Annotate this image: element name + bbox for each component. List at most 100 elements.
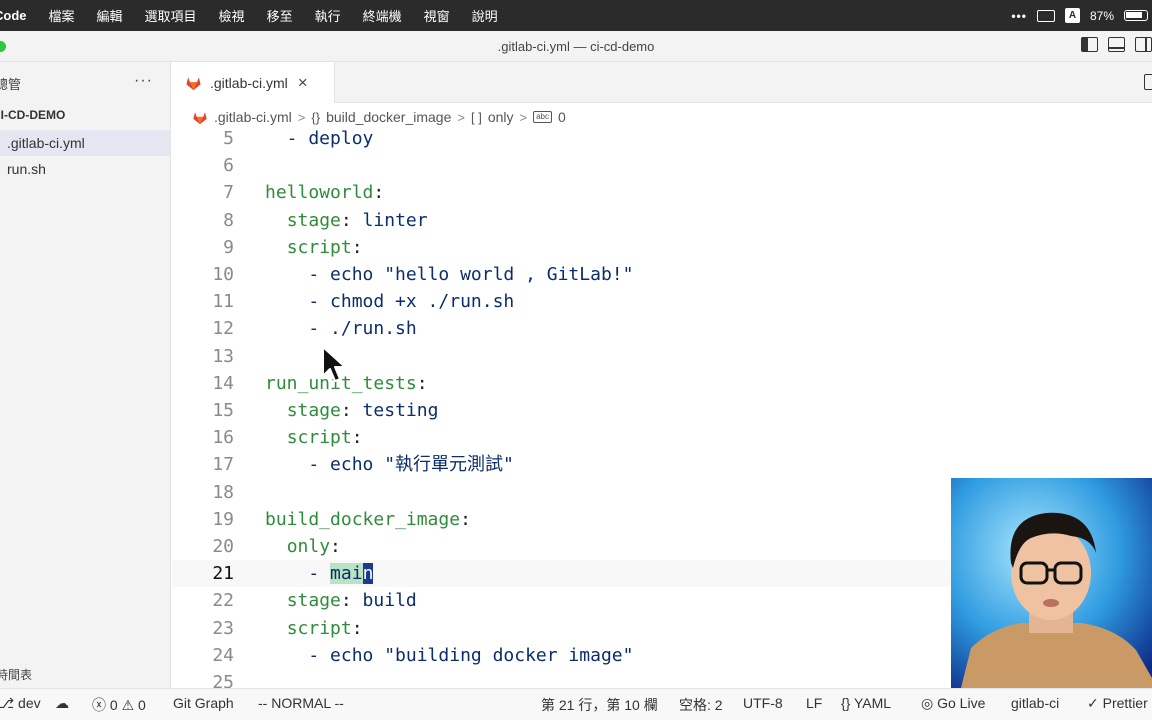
git-graph-button[interactable]: Git Graph	[173, 695, 234, 711]
webcam-overlay	[951, 478, 1152, 688]
object-icon: {}	[311, 109, 321, 125]
line-number: 19	[212, 508, 234, 530]
workspace-folder[interactable]: CI-CD-DEMO	[0, 108, 65, 122]
check-double-icon: ✓	[1087, 695, 1099, 711]
code-line[interactable]: 12 - ./run.sh	[172, 315, 1152, 342]
warning-count: 0	[138, 697, 146, 713]
end-of-line[interactable]: LF	[806, 695, 822, 711]
line-number: 23	[212, 617, 234, 639]
breadcrumb-node-0[interactable]: 0	[558, 109, 566, 125]
problems-indicator[interactable]: ⓧ 0 ⚠ 0	[92, 695, 146, 715]
toggle-secondary-sidebar-icon[interactable]	[1135, 37, 1152, 52]
sidebar-item-gitlab-ci[interactable]: .gitlab-ci.yml	[0, 130, 170, 156]
menu-item[interactable]: 檔案	[38, 6, 86, 25]
menu-item[interactable]: 選取項目	[134, 6, 208, 25]
line-number: 5	[223, 130, 234, 149]
code-line[interactable]: 15 stage: testing	[172, 397, 1152, 424]
language-mode[interactable]: {} YAML	[841, 695, 891, 711]
indentation[interactable]: 空格: 2	[679, 695, 723, 715]
code-text: - deploy	[265, 130, 374, 149]
timeline-section[interactable]: 時間表	[0, 666, 32, 683]
cursor-position[interactable]: 第 21 行，第 10 欄	[541, 695, 658, 715]
close-icon[interactable]: ×	[298, 73, 308, 93]
encoding[interactable]: UTF-8	[743, 695, 783, 711]
broadcast-icon: ◎	[921, 695, 934, 711]
code-line[interactable]: 7 helloworld:	[172, 179, 1152, 206]
text-cursor: n	[362, 563, 374, 585]
code-line[interactable]: 8 stage: linter	[172, 207, 1152, 234]
tab-gitlab-ci[interactable]: .gitlab-ci.yml ×	[172, 62, 335, 103]
battery-percent: 87%	[1089, 8, 1114, 23]
language-label: YAML	[854, 695, 892, 711]
gitlab-icon	[193, 111, 207, 124]
sidebar-item-label: run.sh	[7, 161, 46, 177]
error-count: 0	[109, 697, 118, 713]
code-line[interactable]: 14 run_unit_tests:	[172, 370, 1152, 397]
code-line[interactable]: 16 script:	[172, 424, 1152, 451]
tab-label: .gitlab-ci.yml	[210, 74, 288, 91]
code-text: script:	[286, 617, 363, 639]
line-number: 9	[223, 236, 234, 258]
code-text: only:	[286, 536, 341, 557]
sidebar-item-run-sh[interactable]: run.sh	[0, 156, 170, 182]
sidebar-item-label: .gitlab-ci.yml	[7, 135, 85, 151]
battery-icon[interactable]	[1124, 10, 1148, 21]
split-editor-icon[interactable]	[1144, 74, 1152, 90]
code-text: build_docker_image:	[265, 508, 471, 530]
breadcrumb-file[interactable]: .gitlab-ci.yml	[214, 109, 292, 125]
sync-cloud-icon[interactable]: ☁	[55, 695, 69, 712]
code-line[interactable]: 10 - echo "hello world , GitLab!"	[172, 261, 1152, 288]
code-line[interactable]: 6	[172, 152, 1152, 179]
menu-item[interactable]: 檢視	[208, 6, 256, 25]
prettier-label: Prettier	[1102, 695, 1148, 711]
warning-icon: ⚠	[121, 697, 135, 713]
menu-app-name[interactable]: Code	[0, 8, 38, 23]
code-line[interactable]: 13	[172, 343, 1152, 370]
presenter-video	[951, 478, 1152, 688]
menubar-tray: ••• A 87%	[1011, 0, 1152, 31]
editor-tabbar: .gitlab-ci.yml ×	[172, 62, 1152, 103]
explorer-sidebar: 總管 ··· CI-CD-DEMO .gitlab-ci.yml run.sh …	[0, 62, 171, 688]
code-line[interactable]: 17 - echo "執行單元測試"	[172, 451, 1152, 478]
menu-item[interactable]: 視窗	[413, 6, 461, 25]
toggle-panel-icon[interactable]	[1108, 37, 1125, 52]
code-text: - ./run.sh	[265, 318, 417, 340]
code-line[interactable]: 9 script:	[172, 234, 1152, 261]
line-number: 11	[212, 291, 234, 313]
code-text: helloworld:	[265, 182, 385, 204]
menu-item[interactable]: 說明	[461, 6, 509, 25]
input-source-icon[interactable]: A	[1064, 8, 1080, 23]
array-icon: [ ]	[470, 109, 482, 125]
keyboard-icon[interactable]	[1036, 9, 1055, 22]
menu-item[interactable]: 編輯	[86, 6, 134, 25]
line-number: 24	[212, 644, 234, 666]
code-text: script:	[286, 236, 363, 258]
line-number: 10	[212, 264, 234, 285]
explorer-more-icon[interactable]: ···	[134, 72, 153, 90]
code-text: stage: testing	[286, 400, 439, 421]
breadcrumb-node-only[interactable]: only	[488, 109, 514, 125]
code-line[interactable]: 5 - deploy	[172, 130, 1152, 152]
chevron-right-icon: >	[297, 109, 306, 125]
code-text: - echo "執行單元測試"	[265, 454, 514, 476]
line-number: 6	[223, 155, 234, 177]
chevron-right-icon: >	[457, 109, 465, 125]
branch-indicator[interactable]: ⎇ dev	[0, 695, 41, 712]
mouse-pointer-icon	[322, 346, 346, 382]
code-line[interactable]: 11 - chmod +x ./run.sh	[172, 288, 1152, 315]
yaml-schema[interactable]: gitlab-ci	[1011, 695, 1059, 711]
toggle-primary-sidebar-icon[interactable]	[1081, 37, 1098, 52]
code-text: stage: linter	[286, 209, 428, 231]
explorer-title: 總管	[0, 77, 22, 92]
menu-item[interactable]: 終端機	[352, 6, 413, 25]
go-live-button[interactable]: ◎ Go Live	[921, 695, 985, 712]
line-number: 12	[212, 318, 234, 340]
menu-item[interactable]: 執行	[304, 6, 352, 25]
line-number: 22	[212, 590, 234, 612]
breadcrumb-node-build-docker-image[interactable]: build_docker_image	[326, 109, 451, 125]
code-text: script:	[286, 427, 363, 449]
window-zoom-button[interactable]	[0, 41, 6, 52]
menu-item[interactable]: 移至	[256, 6, 304, 25]
more-icon[interactable]: •••	[1011, 9, 1027, 23]
prettier-button[interactable]: ✓ Prettier	[1087, 695, 1148, 712]
